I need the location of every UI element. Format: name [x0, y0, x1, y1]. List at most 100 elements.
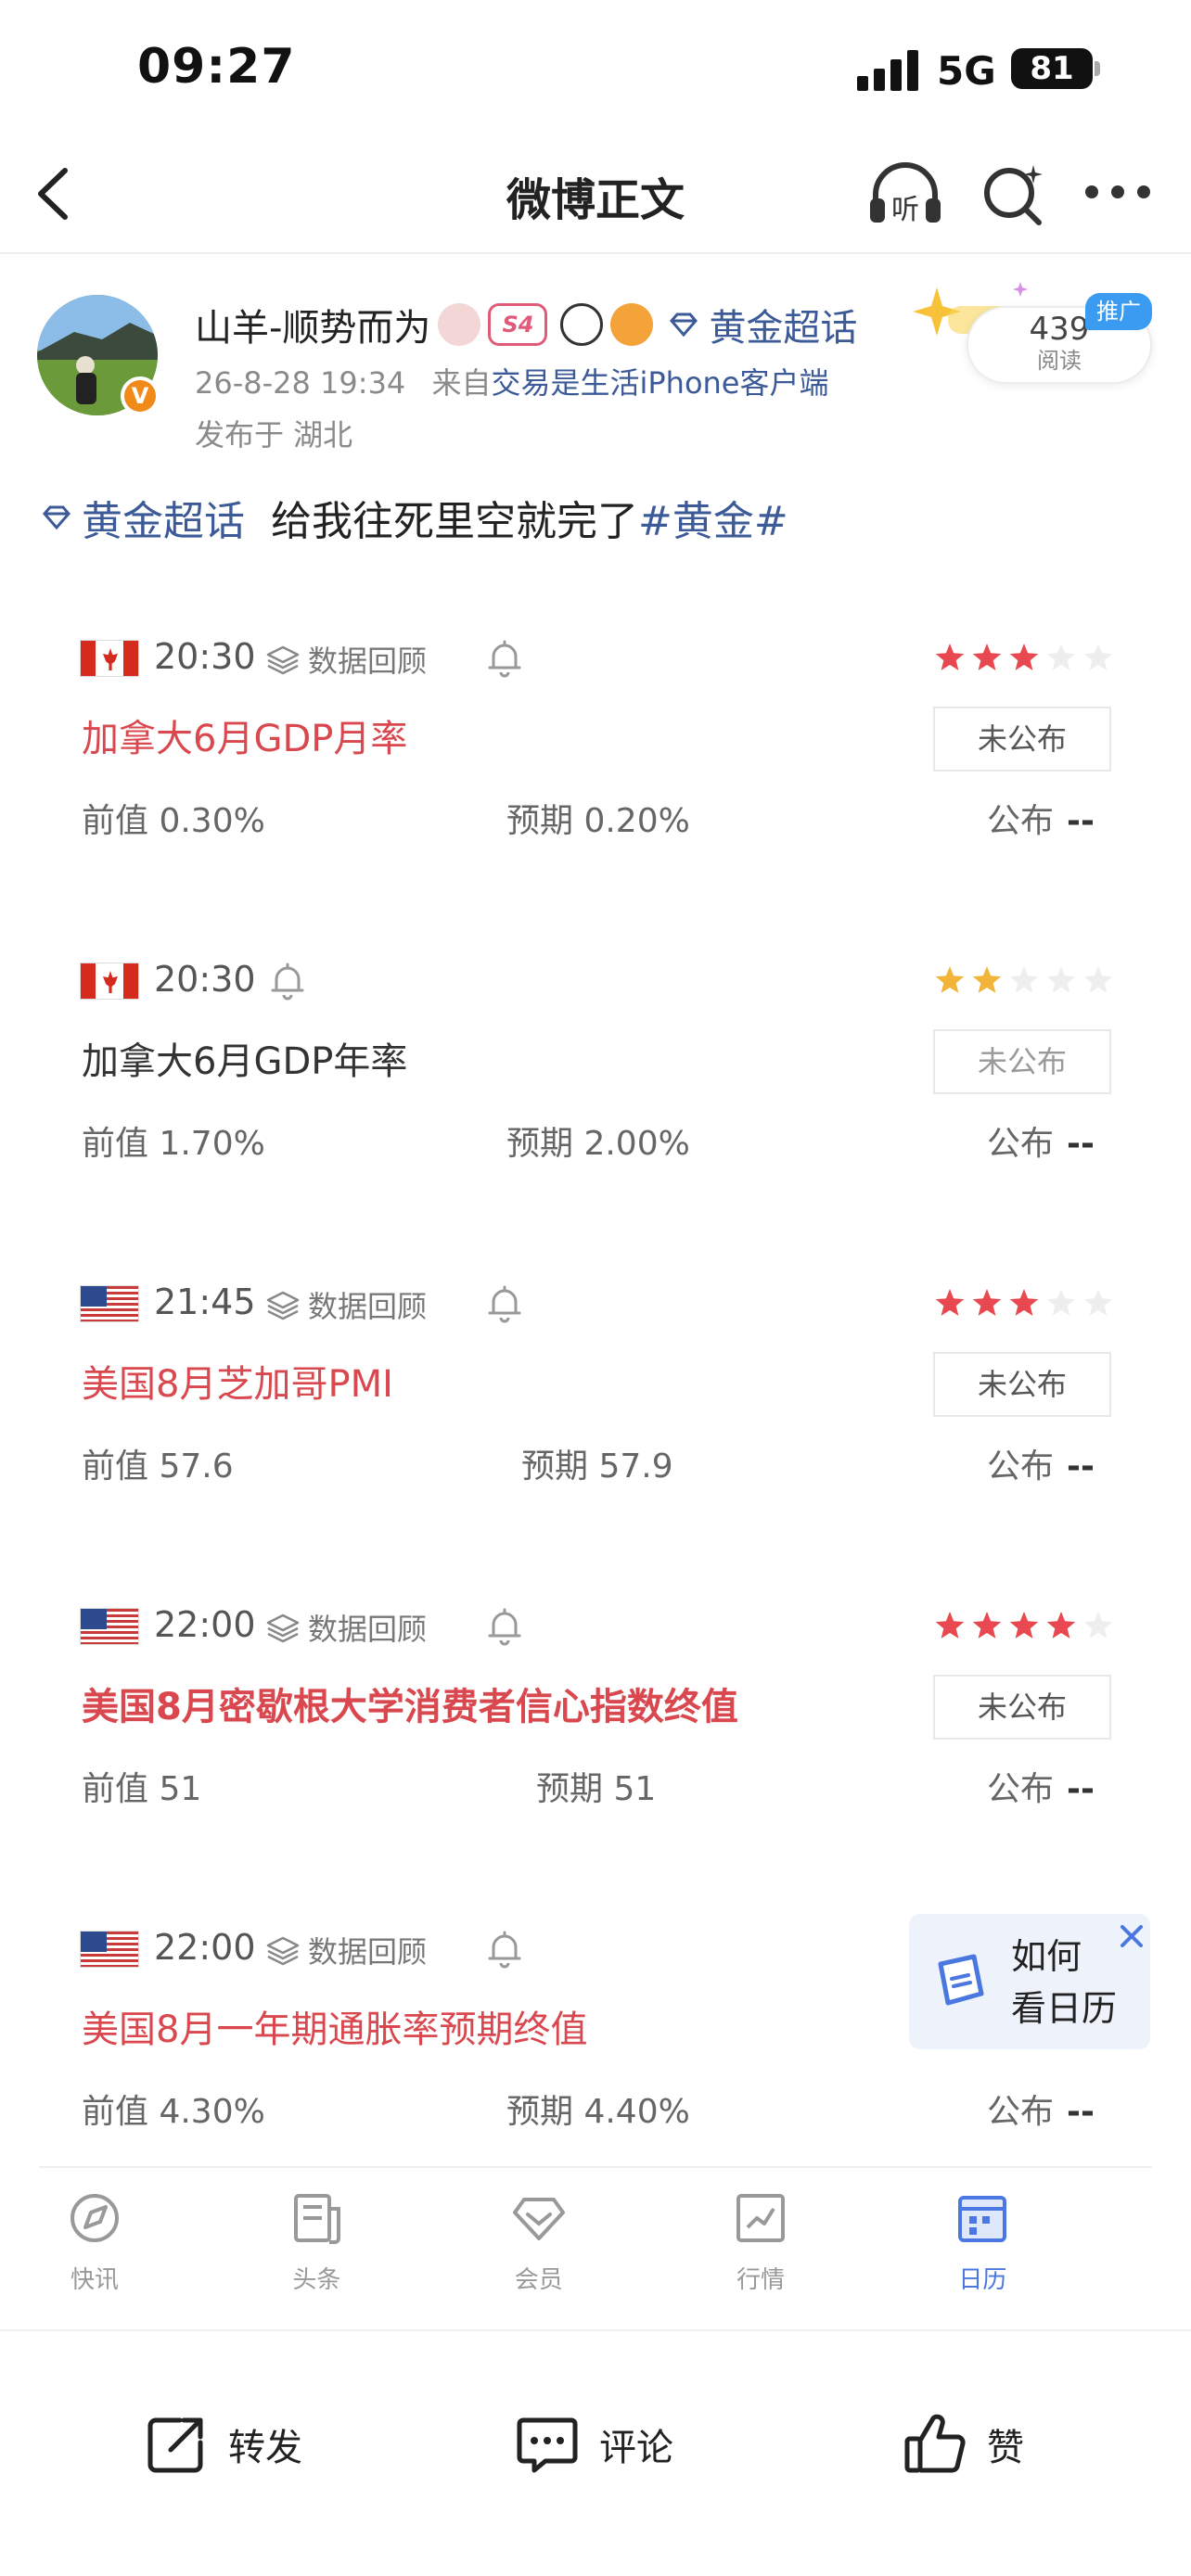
star-empty-icon: [1083, 644, 1113, 670]
event-name[interactable]: 加拿大6月GDP年率: [82, 1031, 407, 1085]
published-value: 公布 --: [987, 2085, 1095, 2133]
event-name[interactable]: 美国8月芝加哥PMI: [82, 1354, 393, 1408]
canada-flag-icon: [80, 963, 139, 1000]
status-button[interactable]: 未公布: [933, 1029, 1111, 1094]
status-button[interactable]: 未公布: [933, 707, 1111, 772]
post-location: 发布于 湖北: [195, 417, 353, 453]
importance-stars: [933, 642, 1115, 675]
event-name[interactable]: 美国8月一年期通胀率预期终值: [82, 1999, 587, 2053]
search-icon[interactable]: [978, 159, 1048, 230]
bell-icon[interactable]: [486, 1283, 523, 1324]
star-empty-icon: [1009, 966, 1039, 993]
expected-value: 预期 51: [536, 1770, 657, 1808]
published-label: 公布: [987, 1447, 1055, 1486]
stars-svg: [935, 1612, 1113, 1639]
action-bar: 转发 评论 赞: [0, 2329, 1191, 2576]
listen-icon[interactable]: 听: [866, 158, 944, 232]
status-button[interactable]: 未公布: [933, 1675, 1111, 1740]
source-link[interactable]: 交易是生活iPhone客户端: [491, 365, 828, 401]
username-row: 山羊-顺势而为 S4 黄金超话: [195, 299, 857, 351]
post-topic-link[interactable]: 黄金超话: [41, 488, 245, 547]
news-icon: [294, 2194, 341, 2244]
calendar-event-card[interactable]: 20:30 加拿大6月GDP年率 未公布 前值 1.70% 预期 2.00% 公布 --: [0, 916, 1191, 1239]
fish-icon: [610, 303, 654, 346]
status-button[interactable]: 未公布: [933, 1352, 1111, 1417]
tab-label: 快讯: [70, 2266, 119, 2294]
event-time: 22:00: [154, 1604, 256, 1645]
comment-button[interactable]: 评论: [514, 2407, 673, 2481]
like-button[interactable]: 赞: [902, 2407, 1024, 2481]
data-review-link[interactable]: 数据回顾: [265, 1608, 427, 1647]
layers-icon: [266, 645, 300, 675]
repost-label: 转发: [228, 2427, 302, 2469]
supertopic-label: 黄金超话: [709, 307, 858, 350]
bell-icon[interactable]: [486, 1929, 523, 1970]
star-filled-icon: [935, 1612, 965, 1639]
tab-2[interactable]: 会员: [483, 2187, 595, 2295]
promote-badge[interactable]: 推广: [1085, 293, 1152, 330]
event-name[interactable]: 加拿大6月GDP月率: [82, 708, 407, 762]
bell-icon[interactable]: [269, 961, 306, 1001]
tab-4[interactable]: 日历: [927, 2187, 1038, 2295]
event-name[interactable]: 美国8月密歇根大学消费者信心指数终值: [82, 1677, 738, 1730]
layers-icon: [266, 1291, 300, 1320]
published-label: 公布: [987, 1125, 1055, 1163]
published-dash: --: [1067, 1770, 1095, 1808]
published-value: 公布 --: [987, 1762, 1095, 1810]
supertopic-link[interactable]: 黄金超话: [668, 298, 857, 351]
thumbs-up-icon: [904, 2414, 966, 2473]
calendar-event-card[interactable]: 20:30 数据回顾 加拿大6月GDP月率 未公布 前值 0.30% 预期 0.20% 公布…: [0, 593, 1191, 916]
data-review-link[interactable]: 数据回顾: [265, 1285, 427, 1324]
tab-3[interactable]: 行情: [705, 2187, 816, 2295]
bell-icon[interactable]: [486, 638, 523, 679]
event-time: 20:30: [154, 636, 256, 677]
calendar-event-card[interactable]: 22:00 数据回顾 美国8月密歇根大学消费者信心指数终值 未公布 前值 51 预期 51…: [0, 1562, 1191, 1884]
comment-label: 评论: [599, 2427, 673, 2469]
published-label: 公布: [987, 1770, 1055, 1808]
data-review-label: 数据回顾: [308, 644, 428, 679]
help-line-2: 看日历: [1011, 1988, 1118, 2029]
published-value: 公布 --: [987, 1439, 1095, 1487]
canada-flag-icon: [80, 640, 139, 677]
tab-1[interactable]: 头条: [261, 2187, 372, 2295]
calendar-help-card[interactable]: 如何 看日历: [909, 1914, 1150, 2049]
usa-flag-icon: [80, 1285, 139, 1322]
data-review-link[interactable]: 数据回顾: [265, 1931, 427, 1970]
diamond-icon: [43, 505, 70, 530]
star-filled-icon: [972, 966, 1002, 993]
published-dash: --: [1067, 2093, 1095, 2131]
event-time: 21:45: [154, 1282, 256, 1322]
data-review-label: 数据回顾: [308, 1612, 428, 1647]
post-body: 给我往死里空就完了: [271, 498, 638, 545]
repost-button[interactable]: 转发: [143, 2407, 302, 2481]
published-value: 公布 --: [987, 1116, 1095, 1165]
star-filled-icon: [1009, 1289, 1039, 1316]
calendar-event-card[interactable]: 21:45 数据回顾 美国8月芝加哥PMI 未公布 前值 57.6 预期 57.9 公布 --: [0, 1239, 1191, 1562]
previous-value: 前值 4.30%: [82, 2093, 265, 2131]
username[interactable]: 山羊-顺势而为: [195, 298, 430, 351]
read-label: 阅读: [1037, 348, 1082, 374]
share-icon: [147, 2417, 203, 2473]
published-dash: --: [1067, 1447, 1095, 1486]
post-hashtag[interactable]: #黄金#: [638, 488, 788, 547]
tab-label: 行情: [736, 2266, 786, 2294]
member-icon: [512, 2198, 565, 2240]
level-badge: S4: [488, 303, 548, 346]
importance-stars: [933, 964, 1115, 998]
chart-icon: [736, 2194, 786, 2242]
published-value: 公布 --: [987, 794, 1095, 842]
expected-value: 预期 0.20%: [506, 802, 690, 840]
data-review-link[interactable]: 数据回顾: [265, 640, 427, 679]
published-dash: --: [1067, 1125, 1095, 1163]
tab-0[interactable]: 快讯: [39, 2187, 150, 2295]
usa-flag-icon: [80, 1608, 139, 1645]
event-time: 22:00: [154, 1927, 256, 1968]
stars-svg: [935, 966, 1113, 993]
close-icon[interactable]: [1115, 1919, 1148, 1953]
bell-icon[interactable]: [486, 1606, 523, 1647]
more-icon[interactable]: [1085, 184, 1154, 202]
star-filled-icon: [972, 1612, 1002, 1639]
post-meta: 26-8-28 19:34 来自交易是生活iPhone客户端: [195, 360, 829, 402]
published-label: 公布: [987, 802, 1055, 840]
importance-stars: [933, 1287, 1115, 1320]
